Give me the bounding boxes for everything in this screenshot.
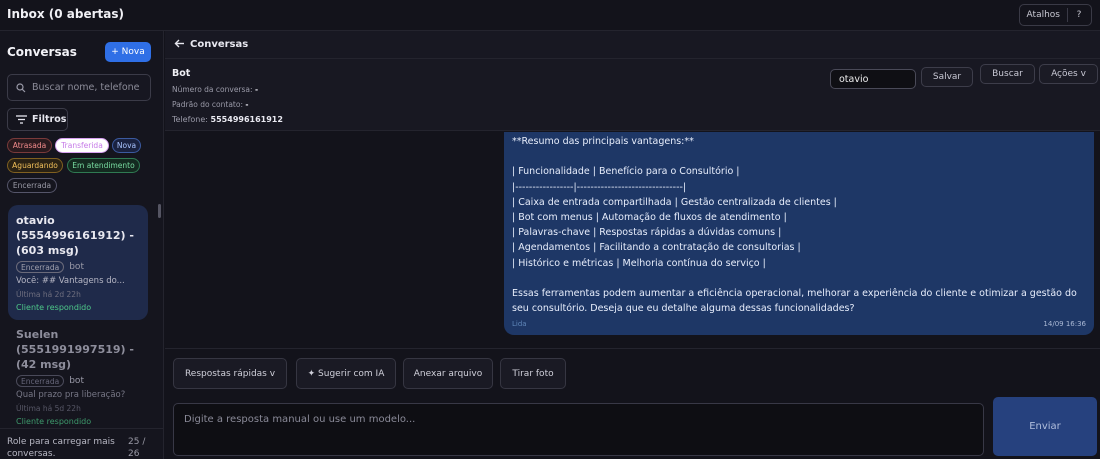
breadcrumb: Conversas: [165, 31, 1100, 59]
contact-pattern: Padrão do contato: -: [172, 100, 249, 109]
load-more-hint: Role para carregar mais conversas.: [7, 437, 115, 459]
message-timestamp: 14/09 16:36: [1043, 320, 1086, 328]
contact-header: Bot Número da conversa: - Padrão do cont…: [165, 59, 1100, 131]
conversation-last-message: Qual prazo pra liberação?: [16, 390, 126, 400]
chip-aguardando[interactable]: Aguardando: [7, 158, 63, 173]
conversations-sidebar: Conversas + Nova Filtros Atrasada Transf…: [0, 31, 164, 459]
actions-dropdown[interactable]: Ações v: [1039, 64, 1098, 84]
back-to-conversations[interactable]: Conversas: [190, 39, 248, 50]
chip-nova[interactable]: Nova: [112, 138, 141, 153]
filters-label: Filtros: [32, 114, 67, 125]
conversation-status: Cliente respondido: [16, 303, 92, 312]
save-button[interactable]: Salvar: [921, 67, 973, 87]
read-receipt: Lida: [512, 320, 527, 328]
chip-encerrada[interactable]: Encerrada: [7, 178, 57, 193]
sidebar-title: Conversas: [7, 45, 77, 59]
inbox-title: Inbox (0 abertas): [7, 7, 124, 21]
search-button[interactable]: Buscar: [980, 64, 1035, 84]
attach-file-button[interactable]: Anexar arquivo: [403, 358, 493, 389]
message-thread[interactable]: **Resumo das principais vantagens:** | F…: [165, 132, 1100, 348]
conversation-item-suelen[interactable]: Suelen (5551991997519) - (42 msg) Encerr…: [8, 319, 148, 434]
top-bar: Inbox (0 abertas) Atalhos ?: [0, 0, 1100, 31]
take-photo-button[interactable]: Tirar foto: [500, 358, 566, 389]
help-icon[interactable]: ?: [1067, 8, 1084, 22]
chip-em-atendimento[interactable]: Em atendimento: [67, 158, 140, 173]
sidebar-footer: Role para carregar mais conversas. 25 / …: [0, 428, 163, 459]
status-badge: Encerrada: [16, 375, 65, 387]
composer-actions: Respostas rápidas v ✦ Sugerir com IA Ane…: [165, 348, 1100, 393]
conversation-last-message: Você: ## Vantagens do...: [16, 276, 125, 286]
message-bubble: **Resumo das principais vantagens:** | F…: [504, 132, 1094, 335]
contact-phone: Telefone: 5554996161912: [172, 115, 283, 124]
search-input[interactable]: [32, 82, 142, 93]
filters-button[interactable]: Filtros: [7, 108, 68, 131]
reply-textarea[interactable]: [173, 403, 984, 456]
conversation-item-otavio[interactable]: otavio (5554996161912) - (603 msg) Encer…: [8, 205, 148, 320]
conversation-owner: bot: [69, 262, 84, 272]
conversation-time: Última há 5d 22h: [16, 404, 81, 413]
filter-icon: [16, 115, 27, 124]
contact-name: Bot: [172, 68, 191, 79]
status-badge: Encerrada: [16, 261, 65, 273]
search-box[interactable]: [7, 74, 151, 101]
conversation-name: Suelen (5551991997519) - (42 msg): [16, 328, 134, 371]
conversation-number: Número da conversa: -: [172, 85, 259, 94]
chip-transferida[interactable]: Transferida: [55, 138, 109, 153]
new-conversation-button[interactable]: + Nova: [105, 42, 151, 62]
conversation-count: 25 / 26: [128, 437, 146, 459]
suggest-ai-button[interactable]: ✦ Sugerir com IA: [296, 358, 396, 389]
quick-replies-button[interactable]: Respostas rápidas v: [173, 358, 287, 389]
conversation-status: Cliente respondido: [16, 417, 92, 426]
send-button[interactable]: Enviar: [993, 397, 1097, 456]
back-arrow-icon[interactable]: [174, 38, 185, 49]
conversation-owner: bot: [69, 376, 84, 386]
conversation-panel: Conversas Bot Número da conversa: - Padr…: [165, 31, 1100, 459]
conversation-name: otavio (5554996161912) - (603 msg): [16, 214, 134, 257]
message-text: **Resumo das principais vantagens:** | F…: [512, 136, 1077, 315]
shortcuts-label: Atalhos: [1026, 10, 1060, 20]
sidebar-scrollbar[interactable]: [158, 204, 161, 218]
conversation-time: Última há 2d 22h: [16, 290, 81, 299]
search-icon: [16, 82, 26, 92]
chip-atrasada[interactable]: Atrasada: [7, 138, 52, 153]
shortcuts-button[interactable]: Atalhos ?: [1018, 4, 1092, 26]
nickname-input[interactable]: [830, 69, 916, 89]
